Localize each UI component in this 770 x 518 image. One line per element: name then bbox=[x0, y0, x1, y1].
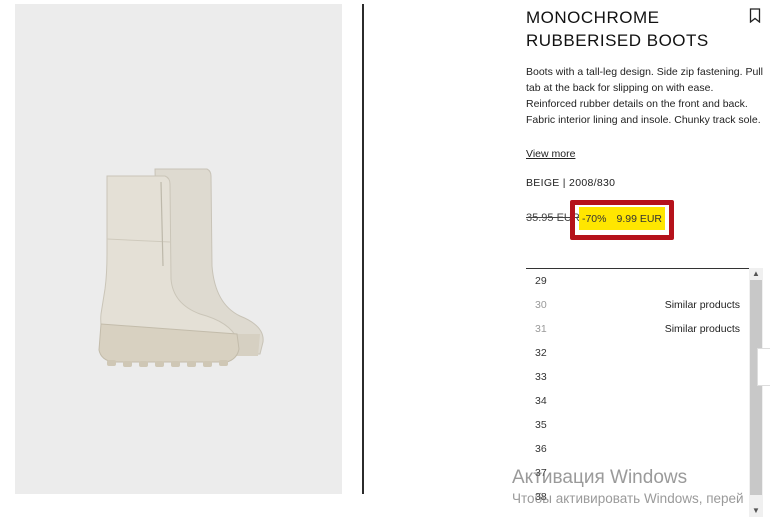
scroll-down-arrow-icon[interactable]: ▼ bbox=[752, 507, 760, 515]
similar-products-link[interactable]: Similar products bbox=[665, 317, 740, 341]
product-description: Boots with a tall-leg design. Side zip f… bbox=[526, 66, 763, 126]
size-row[interactable]: 31 Similar products bbox=[526, 317, 762, 341]
size-number: 32 bbox=[535, 347, 547, 359]
size-number: 31 bbox=[535, 323, 547, 335]
similar-products-link[interactable]: Similar products bbox=[665, 293, 740, 317]
size-row[interactable]: 30 Similar products bbox=[526, 293, 762, 317]
new-price: 9.99 EUR bbox=[616, 212, 663, 225]
boots-icon bbox=[98, 168, 264, 367]
sale-price-badge: -70% 9.99 EUR bbox=[579, 207, 665, 230]
discount-percent: -70% bbox=[581, 212, 607, 225]
product-title: MONOCHROME RUBBERISED BOOTS bbox=[526, 6, 741, 52]
size-row[interactable]: 29 bbox=[526, 269, 762, 293]
watermark-title: Активация Windows bbox=[512, 467, 688, 488]
product-image[interactable] bbox=[15, 4, 342, 494]
size-row[interactable]: 32 bbox=[526, 341, 762, 365]
bookmark-icon[interactable] bbox=[749, 8, 761, 23]
scroll-thumb[interactable] bbox=[750, 280, 762, 495]
view-more-link[interactable]: View more bbox=[526, 148, 575, 160]
vertical-divider bbox=[362, 4, 364, 494]
scroll-up-arrow-icon[interactable]: ▲ bbox=[752, 270, 760, 278]
size-number: 35 bbox=[535, 419, 547, 431]
size-row[interactable]: 34 bbox=[526, 389, 762, 413]
size-row[interactable]: 35 bbox=[526, 413, 762, 437]
windows-activation-watermark: Активация Windows Чтобы активировать Win… bbox=[512, 466, 744, 508]
color-reference: BEIGE | 2008/830 bbox=[526, 177, 616, 189]
size-number: 30 bbox=[535, 299, 547, 311]
size-number: 34 bbox=[535, 395, 547, 407]
size-number: 33 bbox=[535, 371, 547, 383]
size-row[interactable]: 36 bbox=[526, 437, 762, 461]
size-number: 36 bbox=[535, 443, 547, 455]
side-panel-tab[interactable] bbox=[757, 348, 770, 386]
size-number: 29 bbox=[535, 275, 547, 287]
size-row[interactable]: 33 bbox=[526, 365, 762, 389]
watermark-subtitle: Чтобы активировать Windows, перей bbox=[512, 491, 744, 506]
product-title-line1: MONOCHROME bbox=[526, 8, 660, 27]
product-title-line2: RUBBERISED BOOTS bbox=[526, 31, 709, 50]
size-list-scrollbar[interactable]: ▲ ▼ bbox=[749, 268, 763, 517]
